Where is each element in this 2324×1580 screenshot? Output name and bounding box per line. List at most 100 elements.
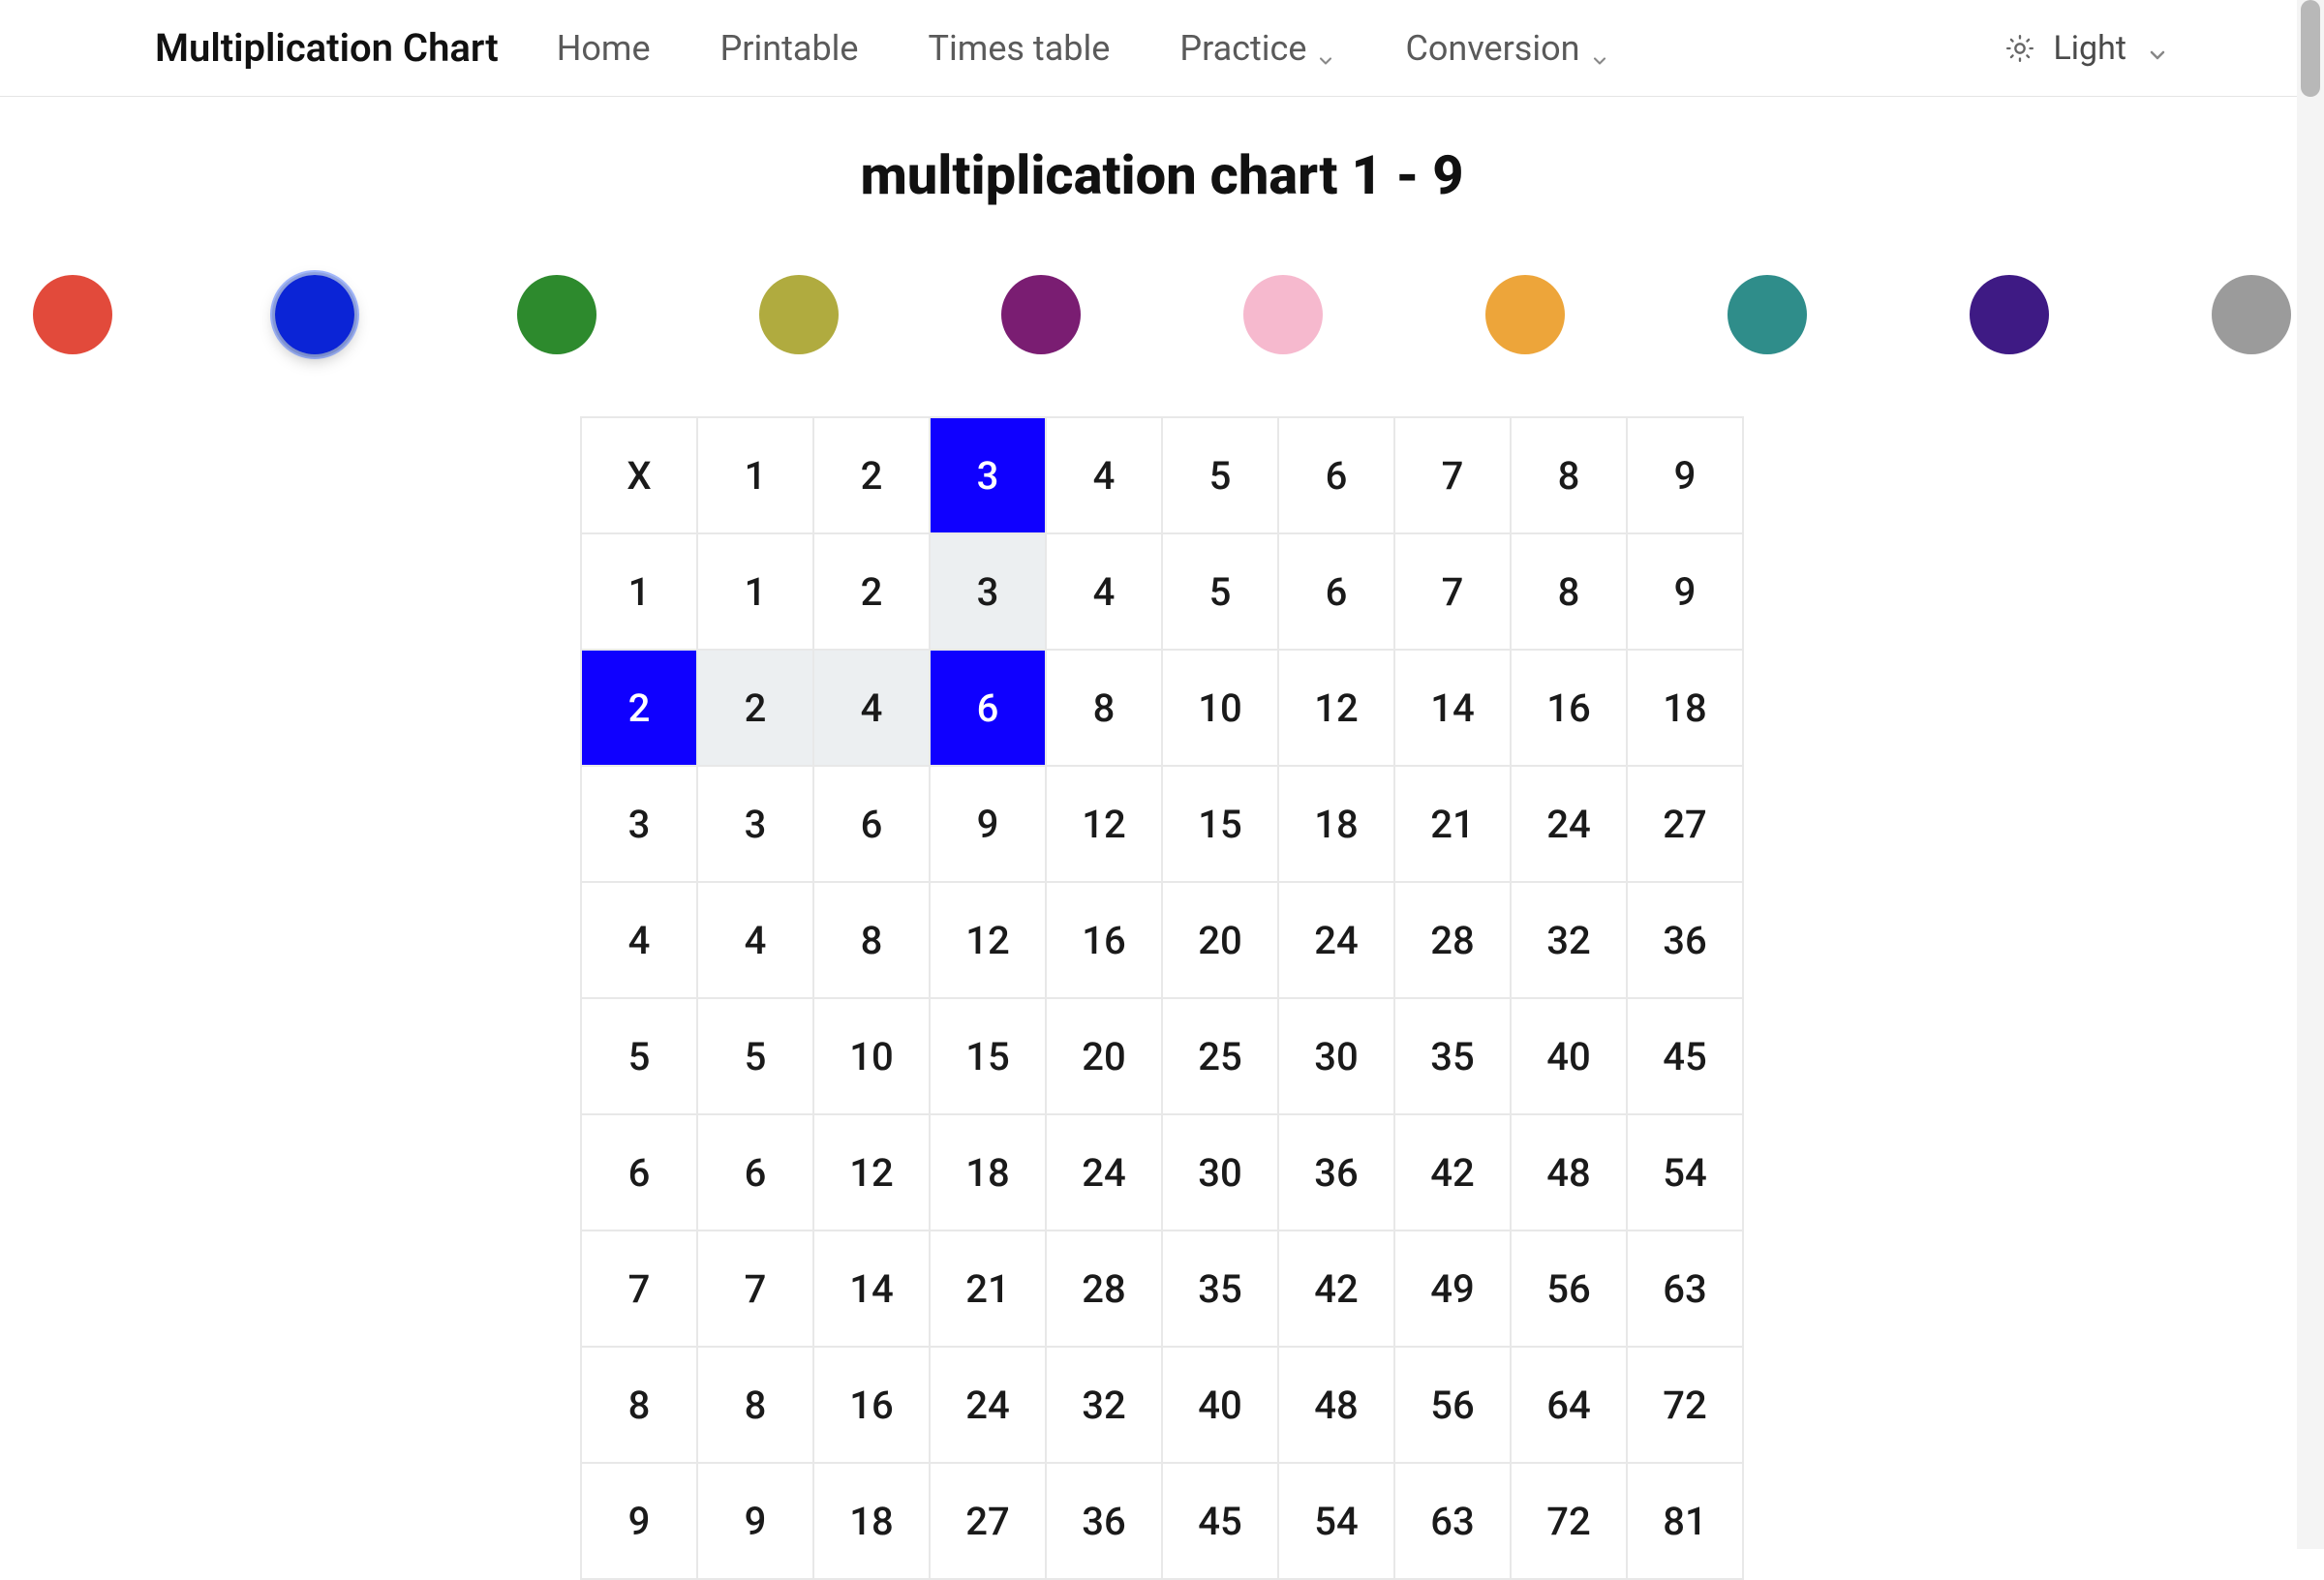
- table-cell[interactable]: 28: [1046, 1231, 1162, 1347]
- table-cell[interactable]: 72: [1511, 1463, 1627, 1579]
- table-cell[interactable]: 16: [1511, 650, 1627, 766]
- table-cell[interactable]: 72: [1627, 1347, 1743, 1463]
- col-header[interactable]: 2: [813, 417, 930, 533]
- table-cell[interactable]: 6: [1278, 533, 1394, 650]
- table-cell[interactable]: 18: [813, 1463, 930, 1579]
- table-cell[interactable]: 15: [1162, 766, 1278, 882]
- table-cell[interactable]: 42: [1394, 1114, 1511, 1231]
- col-header[interactable]: 7: [1394, 417, 1511, 533]
- nav-home[interactable]: Home: [557, 28, 651, 69]
- table-cell[interactable]: 27: [930, 1463, 1046, 1579]
- table-cell[interactable]: 8: [1511, 533, 1627, 650]
- nav-times-table[interactable]: Times table: [929, 28, 1111, 69]
- table-cell[interactable]: 63: [1394, 1463, 1511, 1579]
- table-cell[interactable]: 24: [930, 1347, 1046, 1463]
- table-cell[interactable]: 12: [813, 1114, 930, 1231]
- table-cell[interactable]: 28: [1394, 882, 1511, 998]
- col-header[interactable]: 6: [1278, 417, 1394, 533]
- color-dot-olive[interactable]: [759, 275, 839, 354]
- table-cell[interactable]: 64: [1511, 1347, 1627, 1463]
- table-cell[interactable]: 9: [697, 1463, 813, 1579]
- table-cell[interactable]: 12: [1046, 766, 1162, 882]
- table-cell[interactable]: 21: [1394, 766, 1511, 882]
- table-cell[interactable]: 3: [930, 533, 1046, 650]
- row-header[interactable]: 2: [581, 650, 697, 766]
- theme-select[interactable]: Light: [2006, 29, 2169, 68]
- table-cell[interactable]: 48: [1511, 1114, 1627, 1231]
- table-cell[interactable]: 54: [1627, 1114, 1743, 1231]
- table-cell[interactable]: 5: [697, 998, 813, 1114]
- table-cell[interactable]: 36: [1278, 1114, 1394, 1231]
- table-cell[interactable]: 32: [1511, 882, 1627, 998]
- table-cell[interactable]: 36: [1627, 882, 1743, 998]
- brand-title[interactable]: Multiplication Chart: [155, 25, 499, 71]
- table-cell[interactable]: 14: [813, 1231, 930, 1347]
- scrollbar-thumb[interactable]: [2301, 0, 2320, 97]
- table-cell[interactable]: 6: [697, 1114, 813, 1231]
- color-dot-teal[interactable]: [1728, 275, 1807, 354]
- row-header[interactable]: 3: [581, 766, 697, 882]
- table-cell[interactable]: 16: [813, 1347, 930, 1463]
- table-cell[interactable]: 56: [1511, 1231, 1627, 1347]
- nav-conversion[interactable]: Conversion: [1405, 28, 1608, 69]
- table-cell[interactable]: 12: [1278, 650, 1394, 766]
- table-cell[interactable]: 48: [1278, 1347, 1394, 1463]
- table-cell[interactable]: 1: [697, 533, 813, 650]
- table-cell[interactable]: 24: [1278, 882, 1394, 998]
- table-cell[interactable]: 7: [1394, 533, 1511, 650]
- color-dot-green[interactable]: [517, 275, 596, 354]
- table-cell[interactable]: 45: [1162, 1463, 1278, 1579]
- table-cell[interactable]: 4: [813, 650, 930, 766]
- row-header[interactable]: 1: [581, 533, 697, 650]
- table-cell[interactable]: 40: [1511, 998, 1627, 1114]
- table-cell[interactable]: 6: [813, 766, 930, 882]
- table-cell[interactable]: 16: [1046, 882, 1162, 998]
- table-cell[interactable]: 40: [1162, 1347, 1278, 1463]
- table-cell[interactable]: 8: [697, 1347, 813, 1463]
- table-cell[interactable]: 3: [697, 766, 813, 882]
- table-cell[interactable]: 35: [1162, 1231, 1278, 1347]
- table-cell[interactable]: 6: [930, 650, 1046, 766]
- col-header[interactable]: 8: [1511, 417, 1627, 533]
- table-cell[interactable]: 9: [1627, 533, 1743, 650]
- color-dot-violet[interactable]: [1970, 275, 2049, 354]
- table-cell[interactable]: 18: [930, 1114, 1046, 1231]
- table-cell[interactable]: 4: [697, 882, 813, 998]
- table-corner[interactable]: X: [581, 417, 697, 533]
- table-cell[interactable]: 25: [1162, 998, 1278, 1114]
- table-cell[interactable]: 4: [1046, 533, 1162, 650]
- table-cell[interactable]: 24: [1046, 1114, 1162, 1231]
- row-header[interactable]: 4: [581, 882, 697, 998]
- table-cell[interactable]: 18: [1627, 650, 1743, 766]
- table-cell[interactable]: 20: [1162, 882, 1278, 998]
- table-cell[interactable]: 12: [930, 882, 1046, 998]
- table-cell[interactable]: 56: [1394, 1347, 1511, 1463]
- row-header[interactable]: 8: [581, 1347, 697, 1463]
- col-header[interactable]: 1: [697, 417, 813, 533]
- scrollbar-track[interactable]: [2297, 0, 2324, 1549]
- table-cell[interactable]: 45: [1627, 998, 1743, 1114]
- color-dot-pink[interactable]: [1243, 275, 1323, 354]
- table-cell[interactable]: 32: [1046, 1347, 1162, 1463]
- nav-printable[interactable]: Printable: [720, 28, 859, 69]
- nav-practice[interactable]: Practice: [1179, 28, 1335, 69]
- table-cell[interactable]: 15: [930, 998, 1046, 1114]
- color-dot-purple[interactable]: [1001, 275, 1081, 354]
- table-cell[interactable]: 27: [1627, 766, 1743, 882]
- table-cell[interactable]: 8: [1046, 650, 1162, 766]
- row-header[interactable]: 6: [581, 1114, 697, 1231]
- col-header[interactable]: 3: [930, 417, 1046, 533]
- row-header[interactable]: 7: [581, 1231, 697, 1347]
- col-header[interactable]: 5: [1162, 417, 1278, 533]
- table-cell[interactable]: 18: [1278, 766, 1394, 882]
- table-cell[interactable]: 42: [1278, 1231, 1394, 1347]
- table-cell[interactable]: 7: [697, 1231, 813, 1347]
- table-cell[interactable]: 54: [1278, 1463, 1394, 1579]
- table-cell[interactable]: 2: [697, 650, 813, 766]
- table-cell[interactable]: 35: [1394, 998, 1511, 1114]
- table-cell[interactable]: 20: [1046, 998, 1162, 1114]
- table-cell[interactable]: 24: [1511, 766, 1627, 882]
- table-cell[interactable]: 81: [1627, 1463, 1743, 1579]
- color-dot-gray[interactable]: [2212, 275, 2291, 354]
- table-cell[interactable]: 10: [813, 998, 930, 1114]
